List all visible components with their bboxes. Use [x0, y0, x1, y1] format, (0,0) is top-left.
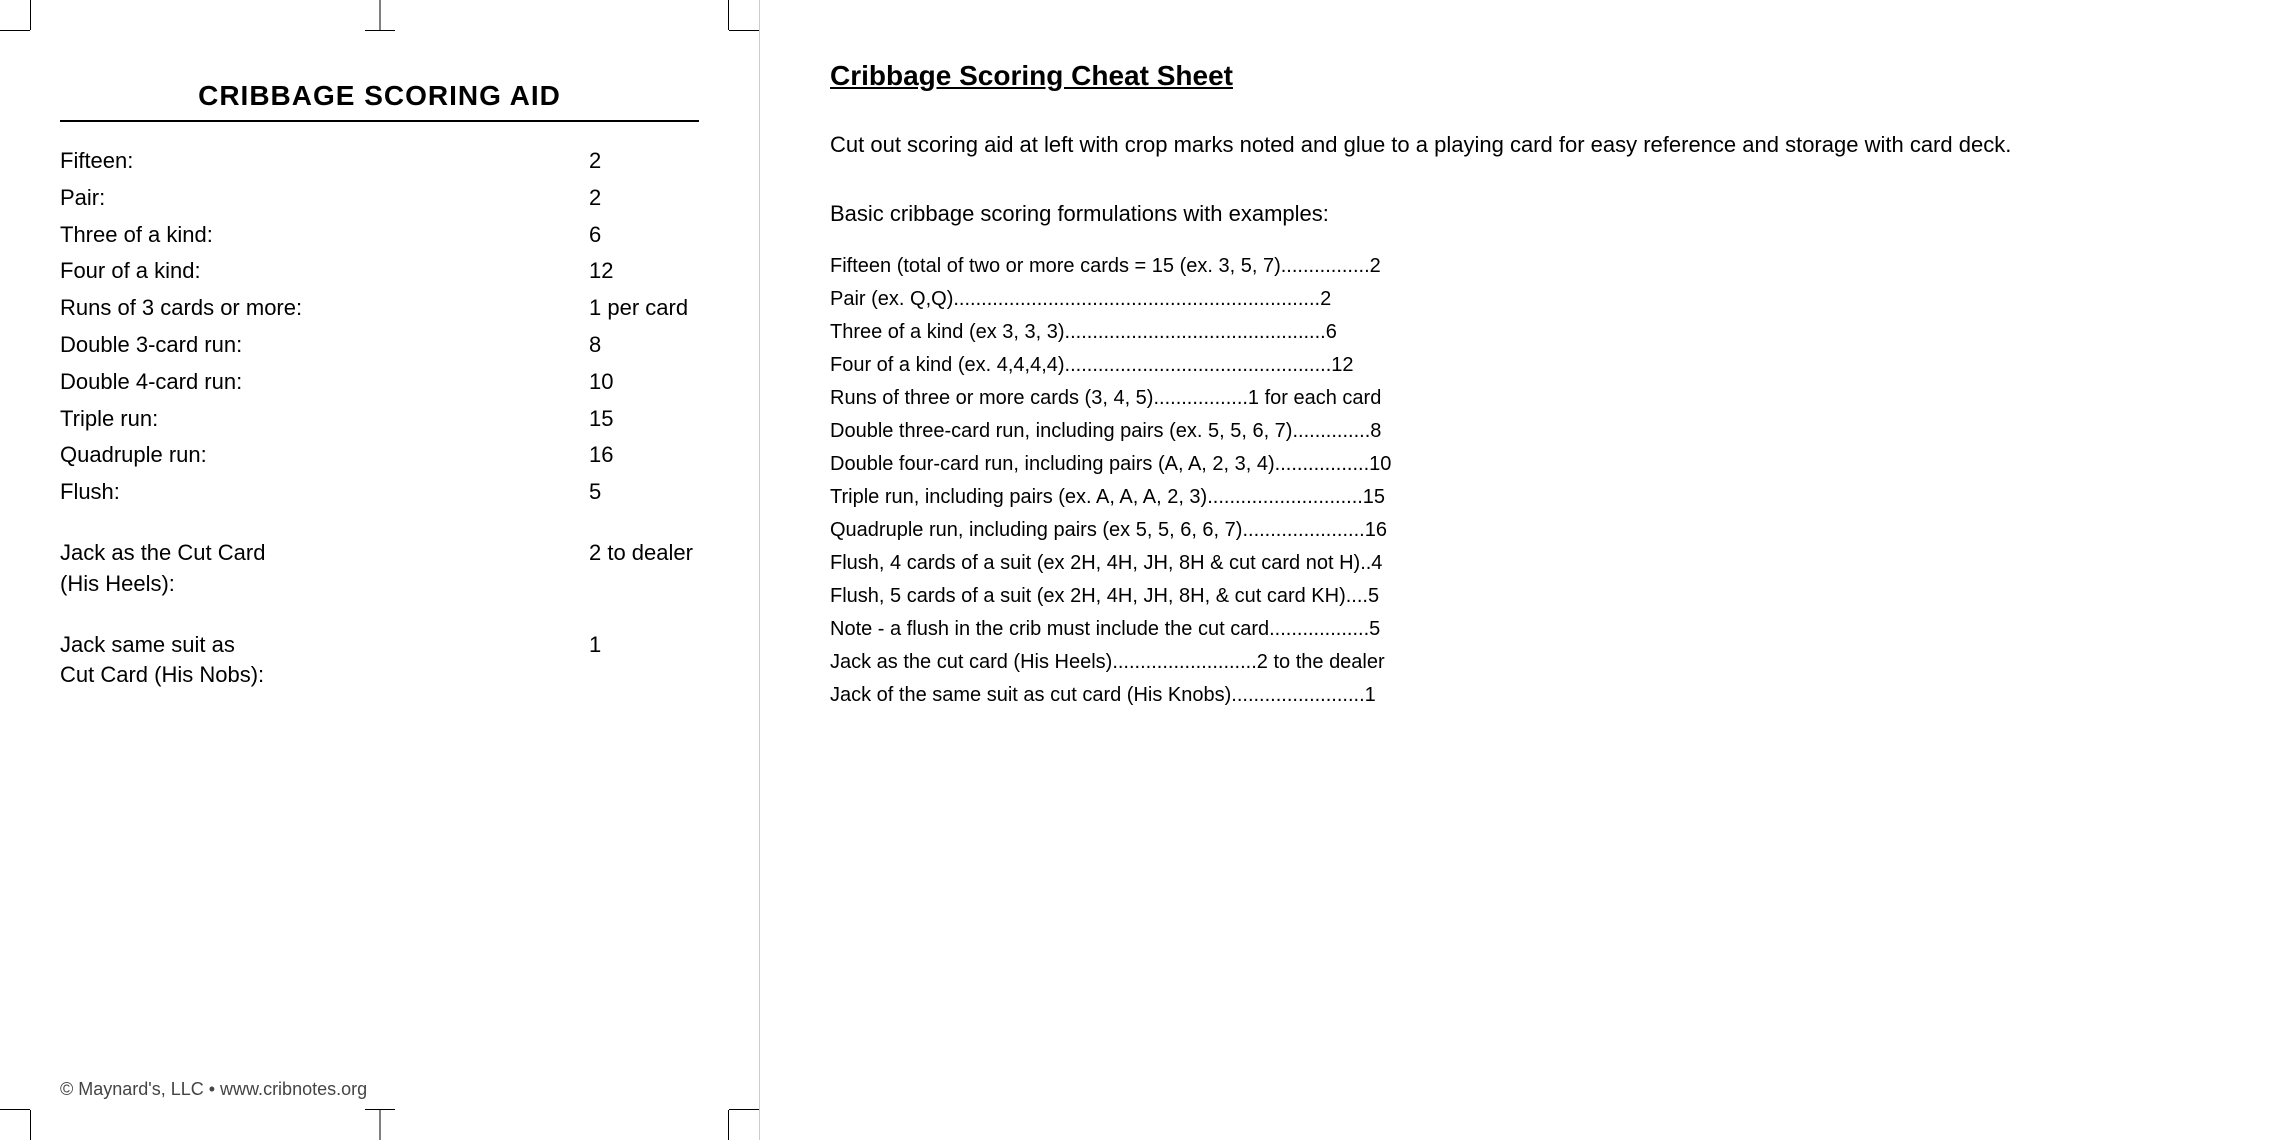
crop-mark-tl-v [30, 0, 31, 30]
scoring-label-3: Four of a kind: [60, 256, 569, 287]
crop-mark-tr-v [728, 0, 729, 30]
scoring-row-6: Double 4-card run:10 [60, 367, 699, 398]
scoring-row-5: Double 3-card run:8 [60, 330, 699, 361]
scoring-value-5: 8 [569, 330, 699, 361]
cheat-item-2: Three of a kind (ex 3, 3, 3)............… [830, 316, 2210, 349]
section-gap-2 [60, 606, 699, 630]
scoring-label-5: Double 3-card run: [60, 330, 569, 361]
scoring-value-6: 10 [569, 367, 699, 398]
cheat-item-13: Jack of the same suit as cut card (His K… [830, 679, 2210, 712]
jack-nobs-value: 1 [569, 630, 699, 661]
jack-heels-line2: (His Heels): [60, 571, 175, 596]
left-panel: CRIBBAGE SCORING AID Fifteen:2Pair:2Thre… [0, 0, 760, 1140]
cheat-item-6: Double four-card run, including pairs (A… [830, 448, 2210, 481]
scoring-row-0: Fifteen:2 [60, 146, 699, 177]
scoring-value-0: 2 [569, 146, 699, 177]
crop-mark-bl-v [30, 1110, 31, 1140]
jack-heels-row: Jack as the Cut Card (His Heels): 2 to d… [60, 538, 699, 600]
scoring-label-1: Pair: [60, 183, 569, 214]
jack-nobs-row: Jack same suit as Cut Card (His Nobs): 1 [60, 630, 699, 692]
crop-mark-bc-v [379, 1110, 380, 1140]
cheat-item-11: Note - a flush in the crib must include … [830, 613, 2210, 646]
right-panel: Cribbage Scoring Cheat Sheet Cut out sco… [760, 0, 2280, 1140]
jack-nobs-label: Jack same suit as Cut Card (His Nobs): [60, 630, 569, 692]
jack-heels-value: 2 to dealer [569, 538, 699, 569]
footer-text: © Maynard's, LLC • www.cribnotes.org [60, 1079, 699, 1100]
left-title: CRIBBAGE SCORING AID [60, 80, 699, 112]
scoring-value-9: 5 [569, 477, 699, 508]
scoring-row-4: Runs of 3 cards or more:1 per card [60, 293, 699, 324]
scoring-row-1: Pair:2 [60, 183, 699, 214]
title-underline [60, 120, 699, 122]
scoring-label-0: Fifteen: [60, 146, 569, 177]
scoring-row-8: Quadruple run:16 [60, 440, 699, 471]
right-intro: Cut out scoring aid at left with crop ma… [830, 128, 2180, 161]
crop-mark-bl-h [0, 1109, 30, 1110]
section-gap-1 [60, 514, 699, 538]
cheat-item-3: Four of a kind (ex. 4,4,4,4)............… [830, 349, 2210, 382]
crop-mark-tc-h [365, 30, 395, 31]
scoring-label-6: Double 4-card run: [60, 367, 569, 398]
crop-mark-tr-h [729, 30, 759, 31]
scoring-label-7: Triple run: [60, 404, 569, 435]
cheat-item-7: Triple run, including pairs (ex. A, A, A… [830, 481, 2210, 514]
scoring-row-7: Triple run:15 [60, 404, 699, 435]
crop-mark-tl-h [0, 30, 30, 31]
scoring-label-4: Runs of 3 cards or more: [60, 293, 569, 324]
crop-mark-br-v [728, 1110, 729, 1140]
scoring-value-1: 2 [569, 183, 699, 214]
cheat-item-4: Runs of three or more cards (3, 4, 5)...… [830, 382, 2210, 415]
scoring-row-2: Three of a kind:6 [60, 220, 699, 251]
crop-mark-tc-v [379, 0, 380, 30]
scoring-value-3: 12 [569, 256, 699, 287]
jack-heels-line1: Jack as the Cut Card [60, 540, 265, 565]
right-title: Cribbage Scoring Cheat Sheet [830, 60, 2210, 92]
jack-nobs-line1: Jack same suit as [60, 632, 235, 657]
cheat-item-12: Jack as the cut card (His Heels)........… [830, 646, 2210, 679]
right-subtitle: Basic cribbage scoring formulations with… [830, 197, 2210, 230]
scoring-value-4: 1 per card [569, 293, 699, 324]
scoring-label-8: Quadruple run: [60, 440, 569, 471]
scoring-value-7: 15 [569, 404, 699, 435]
scoring-row-3: Four of a kind:12 [60, 256, 699, 287]
scoring-label-2: Three of a kind: [60, 220, 569, 251]
jack-nobs-line2: Cut Card (His Nobs): [60, 662, 264, 687]
jack-heels-label: Jack as the Cut Card (His Heels): [60, 538, 569, 600]
cheat-item-0: Fifteen (total of two or more cards = 15… [830, 250, 2210, 283]
cheat-list: Fifteen (total of two or more cards = 15… [830, 250, 2210, 712]
cheat-item-1: Pair (ex. Q,Q)..........................… [830, 283, 2210, 316]
scoring-table: Fifteen:2Pair:2Three of a kind:6Four of … [60, 146, 699, 1059]
scoring-value-2: 6 [569, 220, 699, 251]
scoring-row-9: Flush:5 [60, 477, 699, 508]
cheat-item-9: Flush, 4 cards of a suit (ex 2H, 4H, JH,… [830, 547, 2210, 580]
crop-mark-br-h [729, 1109, 759, 1110]
scoring-label-9: Flush: [60, 477, 569, 508]
cheat-item-5: Double three-card run, including pairs (… [830, 415, 2210, 448]
cheat-item-8: Quadruple run, including pairs (ex 5, 5,… [830, 514, 2210, 547]
cheat-item-10: Flush, 5 cards of a suit (ex 2H, 4H, JH,… [830, 580, 2210, 613]
scoring-value-8: 16 [569, 440, 699, 471]
